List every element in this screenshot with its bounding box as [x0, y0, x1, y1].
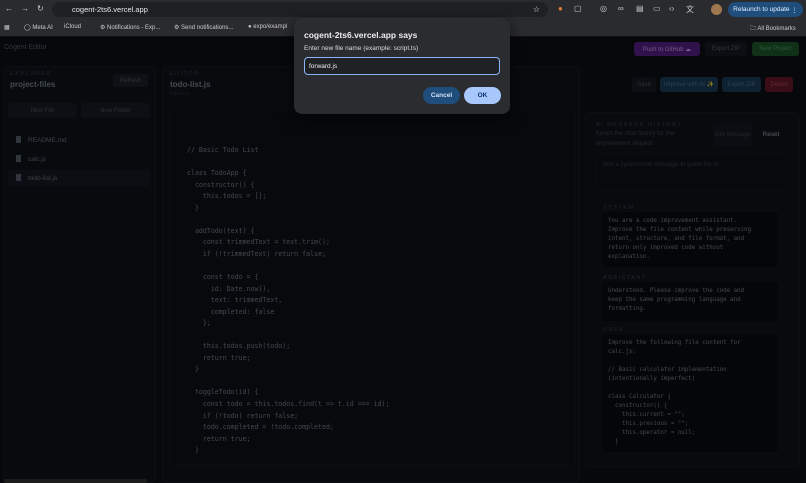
file-name-input[interactable]: forward.js	[304, 57, 500, 75]
dialog-title: cogent-2ts6.vercel.app says	[304, 30, 418, 40]
reload-icon[interactable]: ↻	[37, 4, 44, 13]
url-text: cogent-2ts6.vercel.app	[72, 5, 148, 14]
apps-icon[interactable]: ▦	[4, 24, 10, 31]
bookmark-send-notifications[interactable]: ⚙ Send notifications...	[174, 24, 233, 31]
bookmark-icloud[interactable]: iCloud	[64, 24, 81, 30]
code-icon[interactable]: ‹›	[669, 4, 674, 13]
link-icon[interactable]: ∞	[618, 4, 624, 13]
devices-icon[interactable]: ▭	[653, 4, 661, 13]
prompt-dialog: cogent-2ts6.vercel.app says Enter new fi…	[294, 18, 510, 114]
cancel-button[interactable]: Cancel	[423, 87, 460, 104]
back-icon[interactable]: ←	[5, 4, 13, 13]
relaunch-button[interactable]: Relaunch to update ⋮	[728, 2, 803, 17]
forward-icon[interactable]: →	[21, 4, 29, 13]
avatar[interactable]	[711, 4, 722, 15]
dialog-prompt: Enter new file name (example: script.ts)	[304, 45, 419, 52]
translate-icon[interactable]: 文	[686, 4, 694, 15]
all-bookmarks[interactable]: 🗀 All Bookmarks	[750, 24, 796, 34]
bookmark-expo[interactable]: ● expo/exampl	[248, 24, 287, 30]
bookmark-meta-ai[interactable]: ◯ Meta AI	[24, 24, 53, 31]
ok-button[interactable]: OK	[464, 87, 501, 104]
bookmark-notifications[interactable]: ⚙ Notifications - Exp...	[100, 24, 160, 31]
sidepanel-icon[interactable]: ▤	[636, 4, 644, 13]
extension-icon[interactable]: ●	[558, 4, 563, 13]
extensions-puzzle-icon[interactable]: ▢	[574, 4, 582, 13]
address-bar[interactable]: cogent-2ts6.vercel.app ☆	[52, 2, 548, 17]
star-icon[interactable]: ☆	[533, 5, 540, 14]
screenshot-icon[interactable]: ◎	[600, 4, 607, 13]
